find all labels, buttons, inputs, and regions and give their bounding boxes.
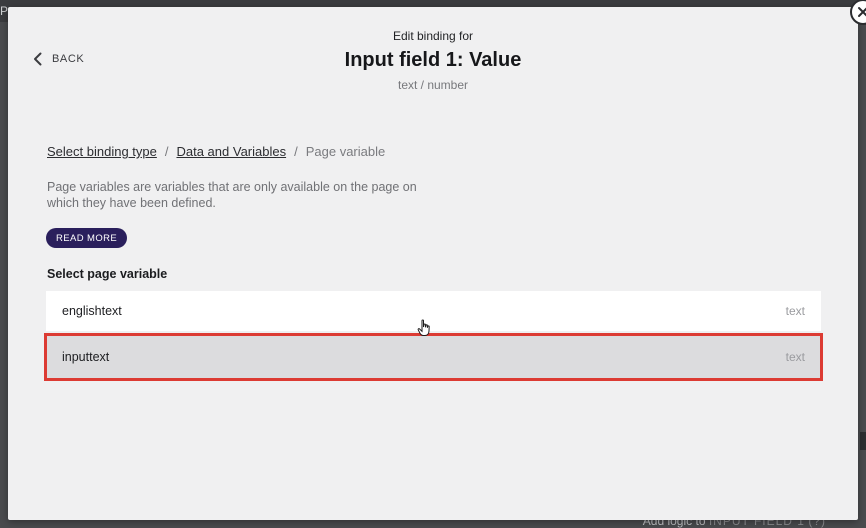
page-variable-description: Page variables are variables that are on… <box>47 180 417 210</box>
list-item[interactable]: englishtext text <box>46 291 821 331</box>
breadcrumb-data-and-variables[interactable]: Data and Variables <box>176 144 286 159</box>
dialog-header: Edit binding for Input field 1: Value te… <box>8 29 858 92</box>
dialog-title: Input field 1: Value <box>344 49 522 71</box>
breadcrumb-current: Page variable <box>305 144 386 159</box>
variable-type: text <box>785 304 805 318</box>
dialog-subtitle: Edit binding for <box>392 29 474 43</box>
variable-type: text <box>785 350 805 364</box>
close-button[interactable] <box>850 0 866 25</box>
select-page-variable-heading: Select page variable <box>47 267 168 281</box>
binding-types: text / number <box>397 78 469 92</box>
variable-name: englishtext <box>62 304 122 318</box>
breadcrumb-separator: / <box>294 144 298 159</box>
read-more-button[interactable]: READ MORE <box>46 228 128 248</box>
backdrop-edge <box>860 432 866 450</box>
list-item[interactable]: inputtext text <box>44 333 823 381</box>
edit-binding-dialog: BACK Edit binding for Input field 1: Val… <box>8 0 866 520</box>
page-variable-list: englishtext text inputtext text <box>44 291 823 381</box>
breadcrumb-separator: / <box>164 144 169 159</box>
variable-name: inputtext <box>62 350 110 364</box>
close-icon <box>858 7 866 17</box>
hand-pointer-icon <box>417 319 430 336</box>
breadcrumb: Select binding type / Data and Variables… <box>47 144 385 159</box>
backdrop-corner-text: P <box>0 4 9 18</box>
breadcrumb-select-binding-type[interactable]: Select binding type <box>47 144 157 159</box>
